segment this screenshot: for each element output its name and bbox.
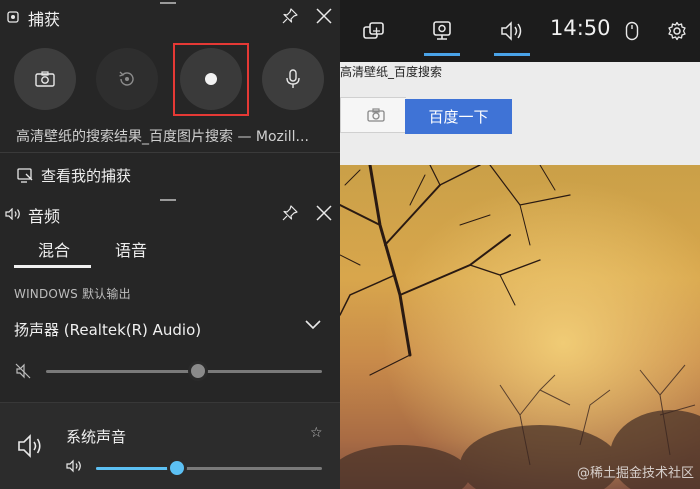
chevron-down-icon[interactable]: [304, 319, 322, 331]
view-captures-label: 查看我的捕获: [41, 166, 132, 185]
gallery-icon: [17, 168, 33, 183]
widget-menu-button[interactable]: [352, 0, 396, 62]
mouse-button[interactable]: [620, 0, 644, 62]
close-icon[interactable]: [315, 7, 333, 25]
game-bar: 14:50: [340, 0, 700, 62]
master-volume-thumb[interactable]: [187, 361, 208, 381]
clock: 14:50: [550, 16, 611, 40]
panel-title: 捕获: [28, 10, 61, 29]
browser-page: 高清壁纸_百度搜索 百度一下: [340, 62, 700, 165]
widget-menu-icon: [363, 22, 384, 39]
speaker-small-icon[interactable]: [66, 459, 82, 473]
search-button[interactable]: 百度一下: [405, 99, 512, 134]
wallpaper-photo: [340, 165, 700, 489]
capture-panel: 捕获 高清壁纸的搜索结果_百度图片搜索 — Mozill... 查看我的捕获: [0, 0, 340, 197]
record-last-icon: [119, 71, 134, 86]
drag-handle[interactable]: [160, 2, 176, 4]
audio-panel: 音频 混合 语音 WINDOWS 默认输出 扬声器 (Realtek(R) Au…: [0, 197, 340, 489]
tab-voice[interactable]: 语音: [115, 237, 147, 261]
capture-header[interactable]: 捕获: [0, 0, 340, 34]
camera-search-icon[interactable]: [367, 108, 385, 122]
view-captures-link[interactable]: 查看我的捕获: [0, 153, 340, 197]
audio-panel-icon: [5, 208, 20, 220]
camera-icon: [35, 71, 55, 87]
close-icon[interactable]: [315, 204, 333, 222]
output-section-label: WINDOWS 默认输出: [14, 287, 131, 301]
capture-panel-icon: [7, 11, 19, 23]
app-volume-row: [0, 403, 340, 489]
microphone-button[interactable]: [262, 48, 324, 110]
audio-widget-button[interactable]: [490, 0, 534, 62]
record-highlight-box: [173, 43, 249, 116]
capture-icon: [433, 21, 451, 40]
gear-icon: [668, 21, 686, 41]
active-indicator: [424, 53, 460, 56]
screenshot-button[interactable]: [14, 48, 76, 110]
browser-tab-title: 高清壁纸_百度搜索: [340, 65, 443, 79]
active-tab-indicator: [14, 265, 91, 268]
pin-icon[interactable]: [282, 8, 298, 24]
watermark: @稀土掘金技术社区: [576, 466, 694, 481]
capture-widget-button[interactable]: [420, 0, 464, 62]
tab-mix[interactable]: 混合: [38, 237, 70, 261]
system-sound-label: 系统声音: [66, 428, 127, 446]
speaker-icon: [18, 434, 41, 458]
panel-title: 音频: [28, 207, 61, 226]
audio-header[interactable]: 音频: [0, 197, 340, 231]
settings-button[interactable]: [664, 0, 690, 62]
captured-window-title: 高清壁纸的搜索结果_百度图片搜索 — Mozill...: [16, 129, 309, 145]
background-browser: 高清壁纸_百度搜索 百度一下 @稀土掘金技术社区: [340, 0, 700, 489]
audio-icon: [501, 21, 522, 41]
muted-speaker-icon[interactable]: [14, 362, 32, 380]
master-volume-track[interactable]: [46, 370, 322, 373]
favorite-star-icon[interactable]: ☆: [310, 425, 323, 441]
microphone-icon: [286, 69, 300, 88]
output-device-select[interactable]: 扬声器 (Realtek(R) Audio): [14, 319, 201, 340]
mouse-icon: [625, 21, 639, 41]
drag-handle[interactable]: [160, 199, 176, 201]
record-last-button[interactable]: [96, 48, 158, 110]
system-volume-fill: [96, 467, 178, 470]
pin-icon[interactable]: [282, 205, 298, 221]
active-indicator: [494, 53, 530, 56]
